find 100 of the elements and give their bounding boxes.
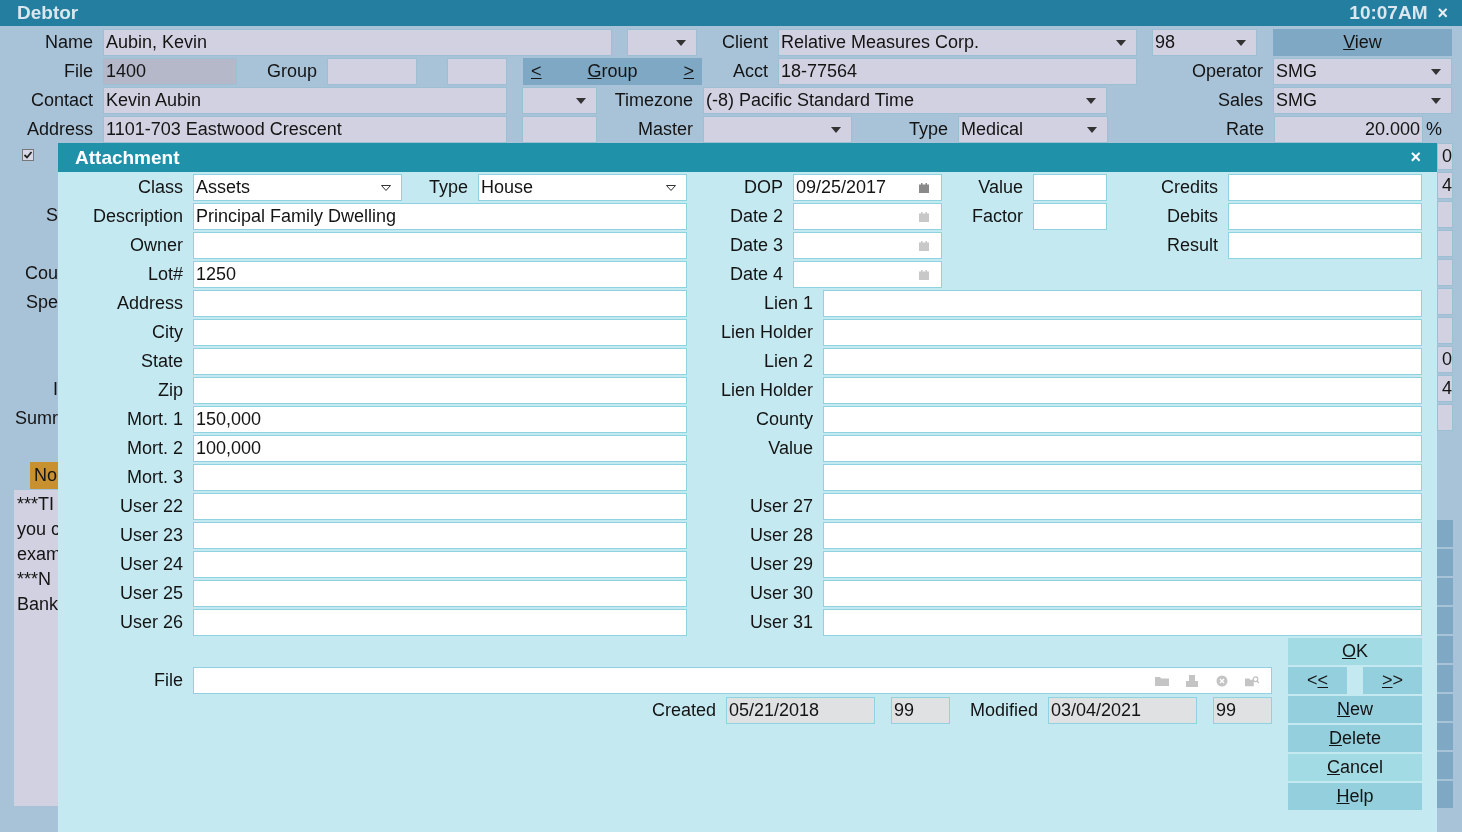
text-field[interactable] bbox=[193, 493, 687, 520]
date-field[interactable] bbox=[793, 232, 942, 259]
text-field[interactable]: 20.000 bbox=[1274, 116, 1423, 143]
text-field[interactable] bbox=[1033, 203, 1107, 230]
text-field[interactable]: Aubin, Kevin bbox=[103, 29, 612, 56]
date-field[interactable] bbox=[793, 261, 942, 288]
dialog-button[interactable]: Cancel bbox=[1288, 754, 1422, 781]
file-field[interactable] bbox=[193, 667, 1272, 694]
text-field[interactable] bbox=[193, 348, 687, 375]
printer-icon[interactable] bbox=[1185, 674, 1199, 687]
caret-icon bbox=[1431, 97, 1441, 104]
dropdown[interactable]: SMG bbox=[1273, 58, 1452, 85]
dropdown[interactable] bbox=[627, 29, 697, 56]
dropdown[interactable]: Medical bbox=[958, 116, 1108, 143]
text-field[interactable] bbox=[193, 580, 687, 607]
checkbox[interactable] bbox=[22, 149, 34, 161]
text-field[interactable] bbox=[447, 58, 507, 85]
calendar-icon[interactable] bbox=[919, 182, 929, 193]
text-field[interactable] bbox=[327, 58, 417, 85]
field-label: Type bbox=[427, 176, 468, 199]
text-field[interactable]: 1250 bbox=[193, 261, 687, 288]
field-label: Client bbox=[720, 31, 768, 54]
text-field[interactable] bbox=[193, 377, 687, 404]
folder-icon[interactable] bbox=[1155, 674, 1169, 687]
field-label: Zip bbox=[157, 379, 183, 402]
readonly-field: 99 bbox=[890, 697, 950, 724]
text-field[interactable] bbox=[1033, 174, 1107, 201]
window-title: Debtor bbox=[17, 2, 79, 24]
text-field[interactable] bbox=[1228, 232, 1422, 259]
calendar-icon[interactable] bbox=[919, 240, 929, 251]
text-field[interactable]: Kevin Aubin bbox=[103, 87, 507, 114]
close-button[interactable]: × bbox=[1437, 2, 1448, 24]
text-field[interactable] bbox=[823, 609, 1422, 636]
date-field[interactable]: 09/25/2017 bbox=[793, 174, 942, 201]
dropdown[interactable]: 98 bbox=[1152, 29, 1257, 56]
note-line: ***N bbox=[17, 568, 52, 591]
field-label: Timezone bbox=[613, 89, 693, 112]
close-button[interactable]: × bbox=[1410, 147, 1421, 168]
text-field[interactable]: 100,000 bbox=[193, 435, 687, 462]
calendar-icon[interactable] bbox=[919, 211, 929, 222]
dialog-button[interactable]: << bbox=[1288, 667, 1347, 694]
date-field[interactable] bbox=[793, 203, 942, 230]
text-field[interactable] bbox=[823, 493, 1422, 520]
text-field[interactable] bbox=[193, 464, 687, 491]
text-field[interactable]: 150,000 bbox=[193, 406, 687, 433]
dialog-button[interactable]: Help bbox=[1288, 783, 1422, 810]
field-label: Spe bbox=[25, 291, 58, 314]
text-field[interactable] bbox=[193, 319, 687, 346]
dialog-button[interactable]: New bbox=[1288, 696, 1422, 723]
view-button[interactable]: View bbox=[1273, 29, 1452, 56]
group-button[interactable]: Group bbox=[579, 58, 646, 85]
text-field[interactable]: 18-77564 bbox=[778, 58, 1137, 85]
clear-icon[interactable] bbox=[1215, 674, 1229, 687]
field-label: Description bbox=[91, 205, 183, 228]
text-field[interactable] bbox=[193, 522, 687, 549]
dropdown[interactable] bbox=[703, 116, 852, 143]
text-field[interactable] bbox=[522, 116, 597, 143]
field-label: Acct bbox=[732, 60, 768, 83]
dialog-button[interactable]: Delete bbox=[1288, 725, 1422, 752]
text-field[interactable]: 1400 bbox=[103, 58, 237, 85]
text-field[interactable] bbox=[1228, 203, 1422, 230]
dialog-button[interactable]: OK bbox=[1288, 638, 1422, 665]
field-label: Type bbox=[907, 118, 948, 141]
text-field[interactable] bbox=[193, 609, 687, 636]
text-field[interactable] bbox=[193, 232, 687, 259]
text-field[interactable] bbox=[823, 435, 1422, 462]
field-label: Address bbox=[25, 118, 93, 141]
text-field[interactable]: Principal Family Dwelling bbox=[193, 203, 687, 230]
calendar-icon[interactable] bbox=[919, 269, 929, 280]
dialog-button[interactable]: >> bbox=[1363, 667, 1422, 694]
table-cell bbox=[1437, 201, 1453, 228]
field-label: Lot# bbox=[146, 263, 183, 286]
dropdown[interactable]: Assets bbox=[193, 174, 402, 201]
text-field[interactable] bbox=[823, 551, 1422, 578]
dropdown[interactable]: House bbox=[478, 174, 687, 201]
dropdown[interactable]: (-8) Pacific Standard Time bbox=[703, 87, 1107, 114]
text-field[interactable] bbox=[823, 464, 1422, 491]
previous-button[interactable]: < bbox=[523, 58, 550, 85]
text-field[interactable] bbox=[1228, 174, 1422, 201]
text-field[interactable] bbox=[823, 580, 1422, 607]
table-cell: 4 bbox=[1437, 172, 1453, 199]
folder-search-icon[interactable] bbox=[1245, 674, 1259, 687]
notes-tab[interactable]: No bbox=[30, 462, 58, 489]
text-field[interactable]: 1101-703 Eastwood Crescent bbox=[103, 116, 507, 143]
table-cell bbox=[1437, 781, 1453, 808]
text-field[interactable] bbox=[823, 377, 1422, 404]
text-field[interactable] bbox=[823, 319, 1422, 346]
unit-label: % bbox=[1426, 118, 1442, 141]
text-field[interactable] bbox=[823, 348, 1422, 375]
field-label: User 24 bbox=[118, 553, 183, 576]
dropdown[interactable] bbox=[522, 87, 597, 114]
text-field[interactable] bbox=[193, 290, 687, 317]
text-field[interactable] bbox=[823, 406, 1422, 433]
text-field[interactable] bbox=[823, 522, 1422, 549]
text-field[interactable] bbox=[193, 551, 687, 578]
text-field[interactable] bbox=[823, 290, 1422, 317]
dropdown[interactable]: SMG bbox=[1273, 87, 1452, 114]
dropdown[interactable]: Relative Measures Corp. bbox=[778, 29, 1137, 56]
next-button[interactable]: > bbox=[675, 58, 702, 85]
field-label: Created bbox=[651, 699, 716, 722]
